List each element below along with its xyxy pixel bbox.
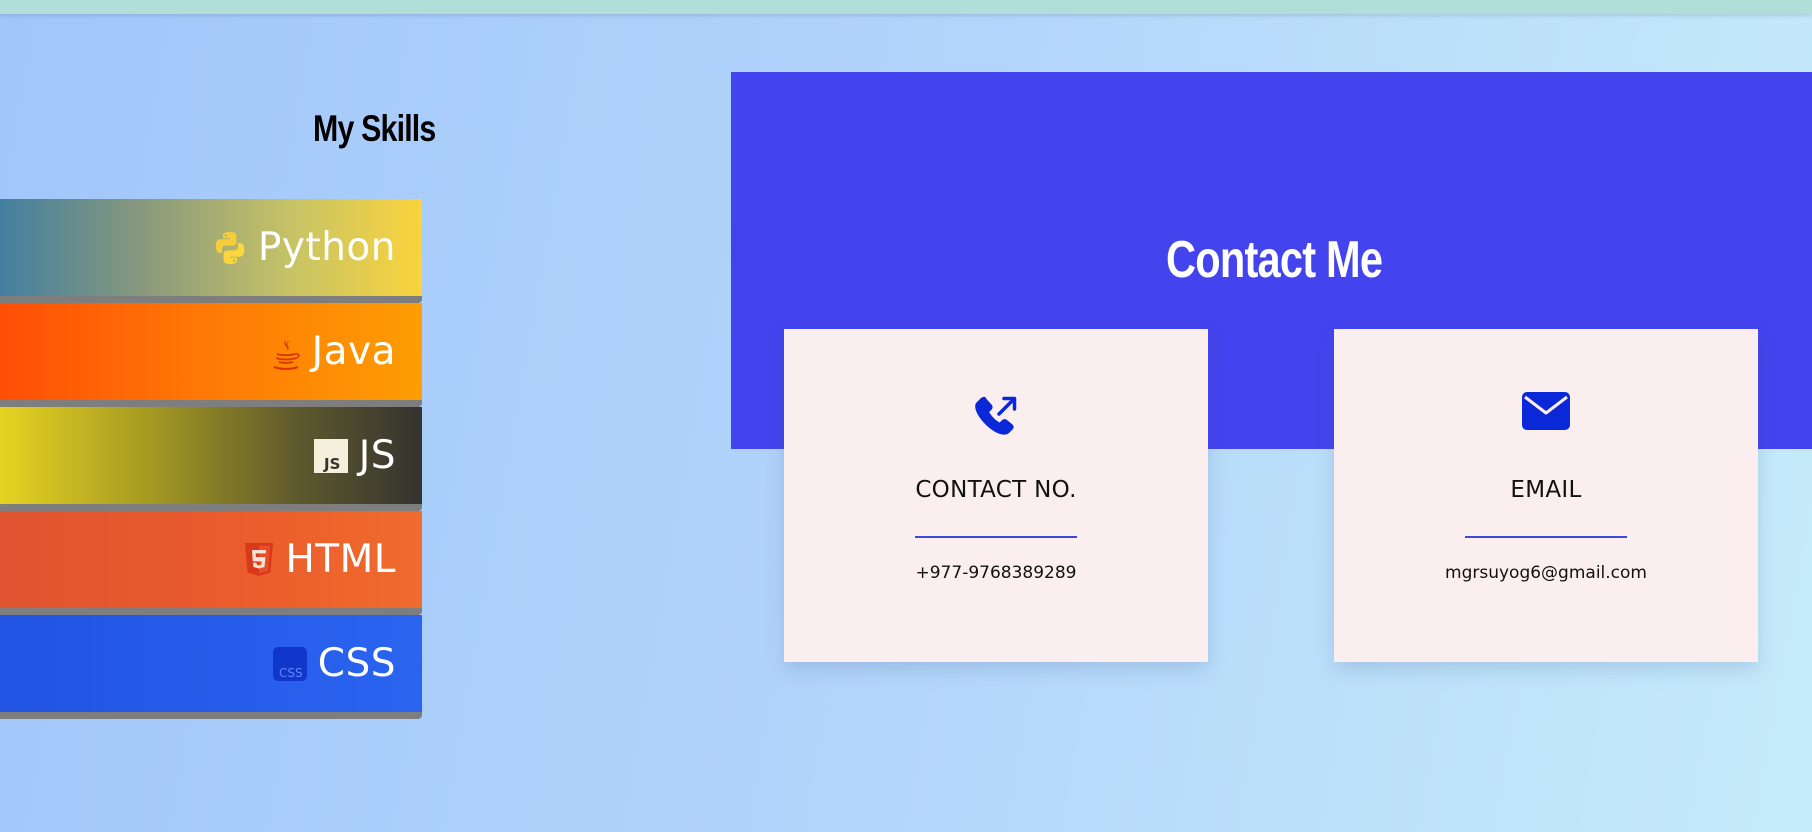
- contact-card-heading: CONTACT NO.: [915, 477, 1077, 503]
- divider: [915, 536, 1077, 538]
- divider: [1465, 536, 1627, 538]
- email-address[interactable]: mgrsuyog6@gmail.com: [1334, 563, 1758, 583]
- skill-bar-js: JS JS: [0, 407, 422, 511]
- skill-bar-html: HTML: [0, 511, 422, 615]
- java-icon: [270, 332, 302, 372]
- skill-bar-python: Python: [0, 199, 422, 303]
- svg-text:CSS: CSS: [279, 666, 303, 680]
- skill-bar-java: Java: [0, 303, 422, 407]
- phone-outgoing-icon: [784, 391, 1208, 443]
- skill-label-js: JS: [358, 433, 396, 478]
- top-strip: [0, 0, 1812, 14]
- contact-card-heading: EMAIL: [1510, 477, 1582, 503]
- phone-number[interactable]: +977-9768389289: [784, 563, 1208, 583]
- python-icon: [212, 230, 248, 266]
- skill-label-java: Java: [311, 329, 396, 374]
- skill-bar-css: CSS CSS: [0, 615, 422, 719]
- envelope-icon: [1334, 391, 1758, 431]
- contact-card-email: EMAIL mgrsuyog6@gmail.com: [1334, 329, 1758, 662]
- js-icon: JS: [313, 438, 349, 474]
- skills-title: My Skills: [313, 108, 436, 149]
- skill-label-html: HTML: [285, 537, 396, 582]
- css-icon: CSS: [272, 646, 308, 682]
- skill-label-css: CSS: [317, 641, 396, 686]
- contact-title: Contact Me: [1166, 231, 1383, 289]
- svg-text:JS: JS: [323, 455, 340, 473]
- contact-card-phone: CONTACT NO. +977-9768389289: [784, 329, 1208, 662]
- html5-icon: [243, 542, 275, 578]
- skill-label-python: Python: [257, 225, 396, 270]
